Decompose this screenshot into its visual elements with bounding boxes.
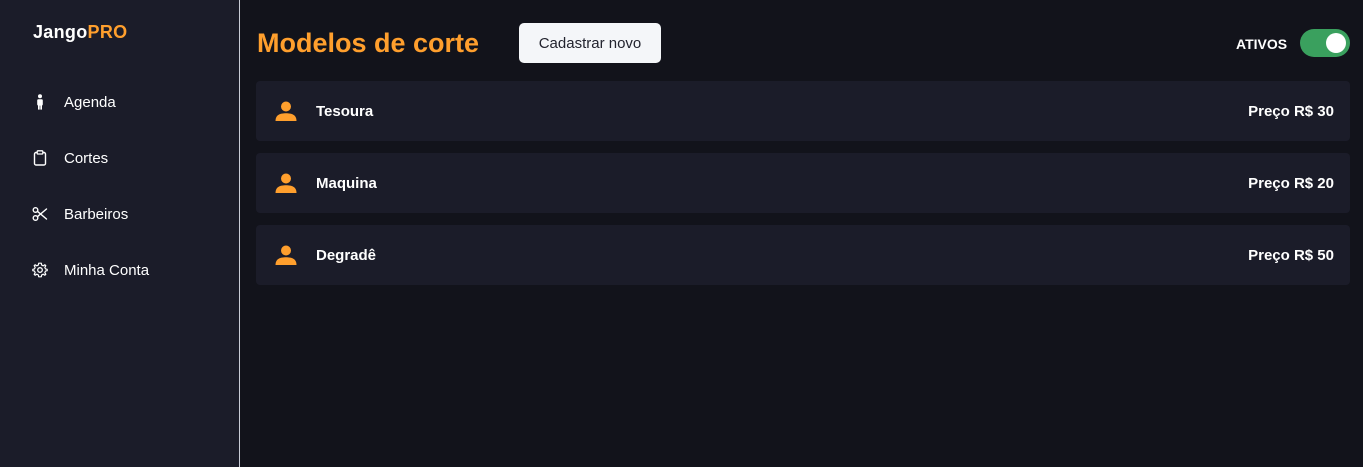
ativos-toggle[interactable] <box>1300 29 1350 57</box>
sidebar: JangoPRO Agenda Cortes Barbeiros Minha C… <box>0 0 239 467</box>
haircut-price: Preço R$ 30 <box>1248 103 1334 120</box>
sidebar-divider <box>239 0 240 467</box>
gear-icon <box>32 262 48 278</box>
scissors-icon <box>32 206 48 222</box>
list-item[interactable]: Tesoura Preço R$ 30 <box>256 81 1350 141</box>
user-icon <box>275 244 297 266</box>
sidebar-item-agenda[interactable]: Agenda <box>32 90 116 114</box>
haircut-price: Preço R$ 20 <box>1248 175 1334 192</box>
sidebar-item-label: Agenda <box>64 93 116 111</box>
sidebar-item-label: Cortes <box>64 149 109 167</box>
user-icon <box>275 172 297 194</box>
logo[interactable]: JangoPRO <box>33 22 127 43</box>
clipboard-icon <box>32 150 48 166</box>
list-item[interactable]: Maquina Preço R$ 20 <box>256 153 1350 213</box>
user-icon <box>275 100 297 122</box>
haircut-name: Tesoura <box>316 103 374 120</box>
cadastrar-novo-button[interactable]: Cadastrar novo <box>519 23 661 63</box>
sidebar-item-barbeiros[interactable]: Barbeiros <box>32 202 128 226</box>
haircut-price: Preço R$ 50 <box>1248 247 1334 264</box>
page-title: Modelos de corte <box>257 28 480 58</box>
sidebar-item-label: Minha Conta <box>64 261 150 279</box>
list-item[interactable]: Degradê Preço R$ 50 <box>256 225 1350 285</box>
ativos-toggle-label: ATIVOS <box>1236 36 1288 52</box>
haircut-name: Degradê <box>316 247 377 264</box>
logo-accent-text: PRO <box>87 22 128 42</box>
person-icon <box>32 94 48 110</box>
app: JangoPRO Agenda Cortes Barbeiros Minha C… <box>0 0 1363 467</box>
toggle-knob <box>1326 33 1346 53</box>
haircut-name: Maquina <box>316 175 377 192</box>
sidebar-item-cortes[interactable]: Cortes <box>32 146 108 170</box>
sidebar-item-minha-conta[interactable]: Minha Conta <box>32 258 149 282</box>
sidebar-item-label: Barbeiros <box>64 205 129 223</box>
logo-text: Jango <box>33 22 88 42</box>
